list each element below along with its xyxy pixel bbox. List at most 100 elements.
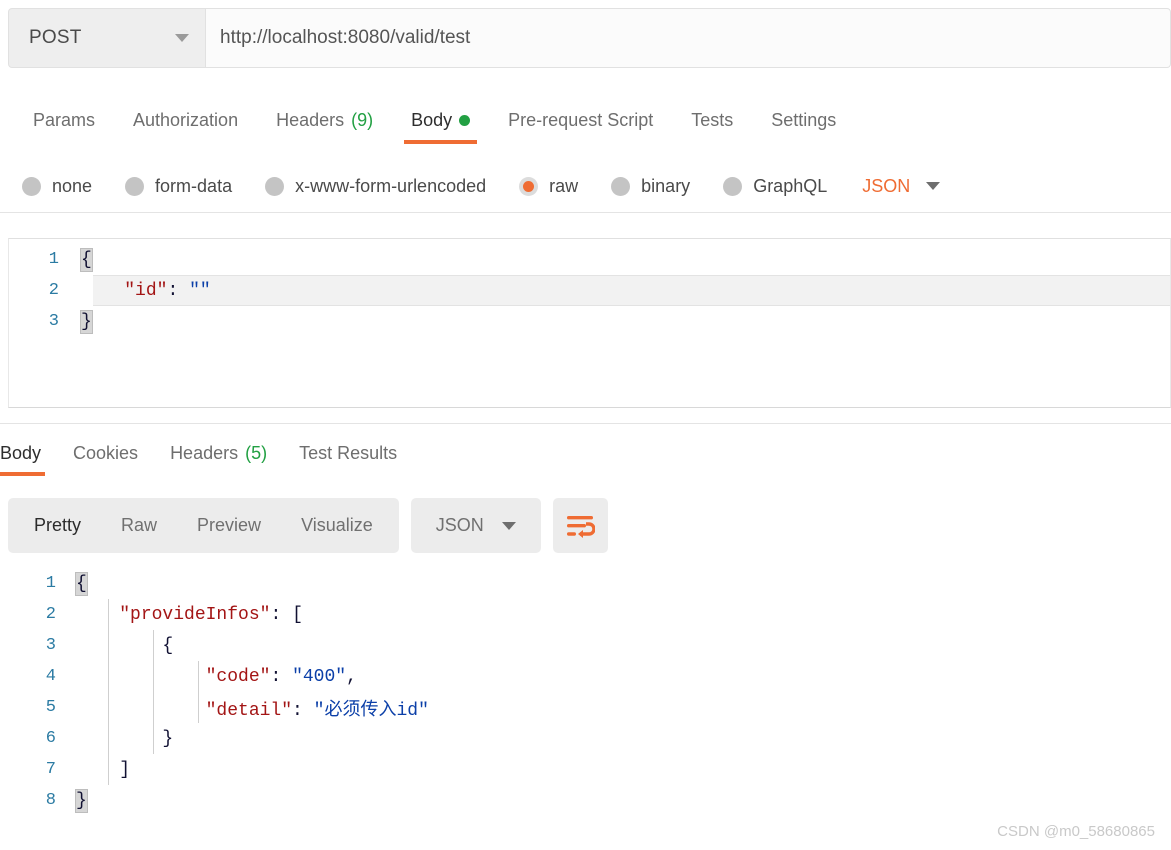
word-wrap-icon [567, 515, 596, 538]
body-type-binary-label: binary [641, 175, 691, 196]
code-content: { [80, 247, 93, 272]
line-number: 1 [48, 250, 59, 269]
tab-pre-request-script-label: Pre-request Script [508, 109, 654, 130]
radio-selected-icon [519, 176, 539, 196]
tab-settings[interactable]: Settings [752, 96, 855, 144]
code-line-active: 2 "id": "" [9, 275, 1170, 306]
response-tab-bar: Body Cookies Headers (5) Test Results [0, 430, 1171, 478]
http-method-selector[interactable]: POST [8, 8, 206, 68]
request-url-bar: POST http://localhost:8080/valid/test [8, 8, 1171, 68]
tab-headers[interactable]: Headers (9) [257, 96, 392, 144]
view-mode-pretty-label: Pretty [34, 515, 82, 535]
divider-below-body-types [0, 212, 1171, 213]
response-tab-test-results-label: Test Results [299, 442, 398, 463]
response-tab-body-label: Body [0, 442, 42, 463]
code-line: 1 { [8, 568, 1171, 599]
tab-params-label: Params [33, 109, 96, 130]
tab-params[interactable]: Params [14, 96, 114, 144]
http-method-label: POST [29, 27, 82, 48]
code-line: 5 "detail": "必须传入id" [8, 692, 1171, 723]
response-format-selector[interactable]: JSON [410, 498, 541, 553]
body-type-raw[interactable]: raw [519, 176, 578, 197]
chevron-down-icon [501, 521, 516, 530]
code-line: 7 ] [8, 754, 1171, 785]
code-content: { [162, 635, 174, 656]
body-type-graphql-label: GraphQL [753, 175, 828, 196]
radio-icon [125, 176, 145, 196]
watermark: CSDN @m0_58680865 [997, 823, 1155, 840]
line-number: 7 [45, 760, 56, 779]
tab-body[interactable]: Body [392, 96, 489, 144]
code-line: 3 } [9, 306, 1170, 337]
active-line-highlight [93, 275, 1170, 306]
line-number: 3 [48, 312, 59, 331]
radio-icon [265, 176, 285, 196]
code-content: "detail": "必须传入id" [205, 700, 429, 721]
response-tab-cookies-label: Cookies [73, 442, 139, 463]
response-tab-test-results[interactable]: Test Results [283, 430, 413, 476]
view-mode-raw[interactable]: Raw [101, 498, 177, 553]
body-type-urlencoded[interactable]: x-www-form-urlencoded [265, 176, 486, 197]
view-mode-raw-label: Raw [121, 515, 158, 535]
tab-authorization-label: Authorization [133, 109, 239, 130]
body-type-form-data[interactable]: form-data [125, 176, 232, 197]
code-line: 3 { [8, 630, 1171, 661]
line-number: 2 [45, 605, 56, 624]
view-mode-visualize-label: Visualize [301, 515, 373, 535]
body-modified-dot-icon [459, 114, 471, 126]
body-type-graphql[interactable]: GraphQL [723, 176, 827, 197]
response-body-viewer[interactable]: 1 { 2 "provideInfos": [ 3 { 4 "code": "4… [8, 568, 1171, 834]
code-line: 4 "code": "400", [8, 661, 1171, 692]
body-type-form-data-label: form-data [155, 175, 233, 196]
line-number: 6 [45, 729, 56, 748]
code-content: } [162, 728, 174, 749]
request-body-editor[interactable]: 1 { 2 "id": "" 3 } [8, 238, 1171, 408]
response-format-label: JSON [435, 515, 484, 535]
view-mode-preview[interactable]: Preview [177, 498, 281, 553]
response-tab-headers-count: (5) [245, 442, 268, 463]
radio-icon [611, 176, 631, 196]
tab-tests[interactable]: Tests [672, 96, 752, 144]
view-mode-pretty[interactable]: Pretty [14, 498, 101, 553]
radio-icon [723, 176, 743, 196]
divider-above-response [0, 423, 1171, 424]
body-type-urlencoded-label: x-www-form-urlencoded [295, 175, 487, 196]
code-content: ] [119, 759, 131, 780]
tab-headers-count: (9) [351, 109, 374, 130]
response-view-mode-group: Pretty Raw Preview Visualize [8, 498, 399, 553]
view-mode-preview-label: Preview [197, 515, 262, 535]
code-line: 2 "provideInfos": [ [8, 599, 1171, 630]
raw-format-label: JSON [862, 175, 911, 196]
chevron-down-icon [926, 182, 941, 190]
code-line: 6 } [8, 723, 1171, 754]
code-content: "provideInfos": [ [119, 604, 303, 625]
request-url-value: http://localhost:8080/valid/test [220, 27, 471, 48]
request-tab-bar: Params Authorization Headers (9) Body Pr… [0, 96, 1171, 146]
view-mode-visualize[interactable]: Visualize [281, 498, 393, 553]
tab-settings-label: Settings [771, 109, 837, 130]
word-wrap-button[interactable] [552, 498, 608, 553]
tab-body-label: Body [411, 109, 453, 130]
raw-format-selector[interactable]: JSON [862, 175, 941, 197]
radio-icon [22, 176, 41, 196]
body-type-radio-group: none form-data x-www-form-urlencoded raw… [0, 160, 1171, 212]
response-tab-headers[interactable]: Headers (5) [154, 430, 283, 476]
body-type-binary[interactable]: binary [611, 176, 690, 197]
line-number: 5 [45, 698, 56, 717]
body-type-none[interactable]: none [22, 176, 92, 197]
response-tab-headers-label: Headers [170, 442, 239, 463]
response-tab-cookies[interactable]: Cookies [57, 430, 154, 476]
code-content: "code": "400", [205, 666, 357, 687]
tab-headers-label: Headers [276, 109, 345, 130]
tab-pre-request-script[interactable]: Pre-request Script [489, 96, 672, 144]
tab-authorization[interactable]: Authorization [114, 96, 257, 144]
line-number: 4 [45, 667, 56, 686]
code-line: 8 } [8, 785, 1171, 816]
tab-tests-label: Tests [691, 109, 734, 130]
line-number: 2 [48, 281, 59, 300]
line-number: 8 [45, 791, 56, 810]
body-type-none-label: none [52, 175, 93, 196]
code-content: } [80, 309, 93, 334]
request-url-input[interactable]: http://localhost:8080/valid/test [206, 8, 1171, 68]
response-tab-body[interactable]: Body [0, 430, 57, 476]
